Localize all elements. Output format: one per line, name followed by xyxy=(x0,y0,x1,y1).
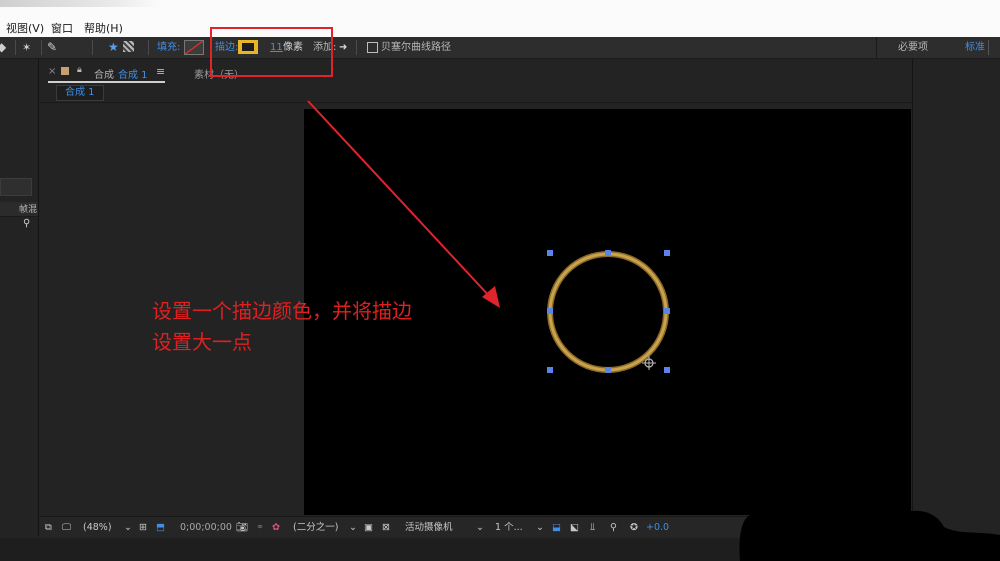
redaction-scribble xyxy=(739,510,1000,561)
screenshot-smudge xyxy=(0,0,160,7)
magnification-value[interactable]: (48%) xyxy=(83,517,112,539)
flowchart-icon[interactable]: ⚲ xyxy=(610,517,617,539)
bbox-handle-tc[interactable] xyxy=(605,250,611,256)
menu-window[interactable]: 窗口 xyxy=(51,20,73,36)
annotation-highlight-box xyxy=(210,27,333,77)
fast-preview-icon[interactable]: ⬕ xyxy=(570,517,579,539)
puppet-tool-icon[interactable]: ✶ xyxy=(22,37,31,58)
column-header: 帧混 xyxy=(0,202,38,217)
resolution-value[interactable]: (二分之一) xyxy=(293,517,338,539)
right-panel xyxy=(912,59,1000,536)
bbox-handle-bc[interactable] xyxy=(605,367,611,373)
annotation-arrow xyxy=(307,100,500,308)
chevron-down-icon[interactable]: ⌄ xyxy=(476,517,484,539)
snapshot-icon[interactable]: 📷︎ xyxy=(236,517,248,539)
close-tab-icon[interactable]: × xyxy=(48,66,56,77)
left-panel: 帧混 ⚲ xyxy=(0,59,39,536)
star-tool-icon[interactable]: ★ xyxy=(108,37,119,58)
transparency-grid-icon[interactable]: ⊠ xyxy=(382,517,390,539)
view-layout-select[interactable]: 1 个... xyxy=(495,517,523,539)
divider xyxy=(15,40,16,55)
always-preview-icon[interactable]: ⧉ xyxy=(45,517,52,539)
comp-tab-prefix: 合成 xyxy=(94,70,114,81)
divider xyxy=(876,37,877,58)
flowchart-icon[interactable]: ⚲ xyxy=(23,218,30,229)
bbox-handle-ml[interactable] xyxy=(547,308,553,314)
fill-swatch[interactable] xyxy=(184,40,204,55)
bbox-handle-tr[interactable] xyxy=(664,250,670,256)
tools-toolbar: ◆ ✶ ✎ ★ 填充: 描边: 11 像素 添加: ➜ 贝塞尔曲线路径 必要项 … xyxy=(0,37,1000,59)
reset-exposure-icon[interactable]: ✪ xyxy=(630,517,638,539)
divider xyxy=(356,40,357,55)
workspace-essentials[interactable]: 必要项 xyxy=(898,37,928,58)
divider xyxy=(92,40,93,55)
menu-view[interactable]: 视图(V) xyxy=(6,20,44,36)
monitor-icon[interactable]: 🖵︎ xyxy=(62,517,71,539)
divider xyxy=(41,40,42,55)
timeline-icon[interactable]: ⫫ xyxy=(590,517,595,539)
anchor-point-icon[interactable] xyxy=(642,356,656,370)
fill-label: 填充: xyxy=(157,42,181,53)
bezier-label: 贝塞尔曲线路径 xyxy=(381,42,451,53)
comp-color-label xyxy=(61,67,69,75)
chevron-down-icon[interactable]: ⌄ xyxy=(124,517,132,539)
pin-tool-icon[interactable]: ✎ xyxy=(47,37,57,58)
chevron-down-icon[interactable]: ⌄ xyxy=(536,517,544,539)
safe-zones-icon[interactable]: ⊞ xyxy=(139,517,147,539)
pen-tool-icon[interactable]: ◆ xyxy=(0,37,6,58)
annotation-line-1: 设置一个描边颜色，并将描边 xyxy=(152,299,412,323)
menu-help[interactable]: 帮助(H) xyxy=(84,20,123,36)
divider xyxy=(988,40,989,55)
search-field[interactable] xyxy=(0,178,32,196)
menu-bar: 视图(V) 窗口 帮助(H) xyxy=(0,0,1000,37)
active-tab-underline xyxy=(48,81,165,83)
frame-blend-header: 帧混 xyxy=(19,205,38,215)
show-snapshot-icon[interactable]: ⚭ xyxy=(256,517,264,539)
circle-shape[interactable] xyxy=(548,252,668,372)
add-menu-icon[interactable]: ➜ xyxy=(339,37,347,58)
comp-panel-header: × 🔒︎ 合成 合成 1 ≡ 素材（无） xyxy=(40,59,912,84)
chevron-down-icon[interactable]: ⌄ xyxy=(349,517,357,539)
timecode[interactable]: 0;00;00;00 xyxy=(180,517,232,539)
bbox-handle-mr[interactable] xyxy=(664,308,670,314)
color-channels-icon[interactable]: ✿ xyxy=(272,517,280,539)
bbox-handle-br[interactable] xyxy=(664,367,670,373)
workspace-standard[interactable]: 标准 xyxy=(965,37,985,58)
no-fill-icon xyxy=(185,41,203,54)
pixel-aspect-icon[interactable]: ⬓ xyxy=(552,517,561,539)
bbox-handle-tl[interactable] xyxy=(547,250,553,256)
annotation-text: 设置一个描边颜色，并将描边 设置大一点 xyxy=(152,296,492,358)
bezier-checkbox[interactable] xyxy=(367,42,378,53)
exposure-value[interactable]: +0.0 xyxy=(646,517,669,539)
lock-icon[interactable]: 🔒︎ xyxy=(77,65,82,75)
panel-menu-icon[interactable]: ≡ xyxy=(156,65,165,78)
comp-breadcrumb[interactable]: 合成 1 xyxy=(56,85,104,101)
region-of-interest-icon[interactable]: ▣ xyxy=(364,517,373,539)
bbox-handle-bl[interactable] xyxy=(547,367,553,373)
mask-visibility-icon[interactable]: ⬒ xyxy=(156,517,165,539)
divider xyxy=(148,40,149,55)
annotation-line-2: 设置大一点 xyxy=(152,330,252,354)
camera-select[interactable]: 活动摄像机 xyxy=(405,517,453,539)
comp-tab-name[interactable]: 合成 1 xyxy=(118,66,148,81)
checkerboard-icon[interactable] xyxy=(123,41,134,52)
